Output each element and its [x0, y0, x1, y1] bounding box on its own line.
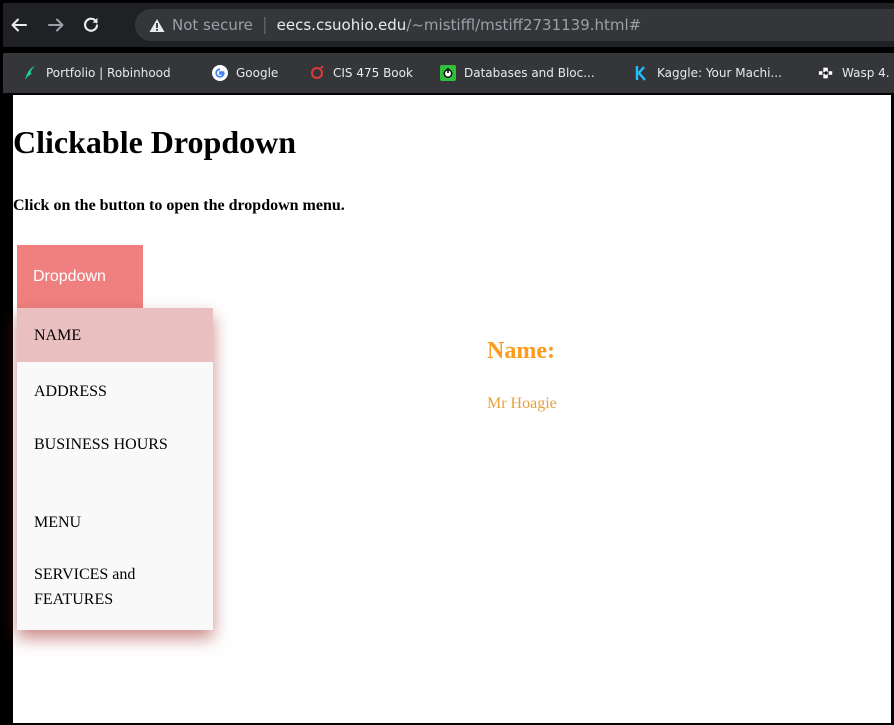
- dropdown-item-menu[interactable]: MENU: [17, 494, 213, 546]
- address-bar[interactable]: Not secure | eecs.csuohio.edu/~mistiffl/…: [135, 9, 894, 41]
- bookmark-wasp[interactable]: Wasp 4.: [818, 65, 890, 81]
- wasp-icon: [818, 65, 834, 81]
- kaggle-icon: [633, 65, 649, 81]
- url-host: eecs.csuohio.edu: [276, 16, 407, 34]
- reload-button[interactable]: [79, 13, 103, 37]
- dropdown-item-services-features[interactable]: SERVICES and FEATURES: [17, 546, 213, 630]
- security-label: Not secure: [172, 16, 253, 34]
- dropdown-item-name[interactable]: NAME: [17, 308, 213, 362]
- url-path: /~mistiffl/mstiff2731139.html#: [406, 16, 642, 34]
- bookmarks-bar: Portfolio | Robinhood Google CIS 475 Boo…: [3, 53, 894, 93]
- bookmark-label: Portfolio | Robinhood: [46, 66, 171, 80]
- power-icon: [440, 65, 456, 81]
- bookmark-google[interactable]: Google: [212, 65, 278, 81]
- dropdown-item-business-hours[interactable]: BUSINESS HOURS: [17, 417, 213, 494]
- bookmark-label: Wasp 4.: [842, 66, 890, 80]
- dropdown-item-address[interactable]: ADDRESS: [17, 362, 213, 417]
- detail-heading: Name:: [487, 338, 555, 364]
- browser-toolbar: Not secure | eecs.csuohio.edu/~mistiffl/…: [3, 3, 894, 47]
- address-separator: |: [261, 15, 268, 35]
- arrow-left-icon: [11, 18, 27, 32]
- page-title: Clickable Dropdown: [13, 124, 297, 160]
- screenshot-frame: Not secure | eecs.csuohio.edu/~mistiffl/…: [0, 0, 894, 725]
- page-viewport: Clickable Dropdown Click on the button t…: [13, 95, 891, 723]
- dropdown-menu: NAME ADDRESS BUSINESS HOURS MENU SERVICE…: [17, 308, 213, 630]
- dropdown-button[interactable]: Dropdown: [17, 245, 143, 308]
- bookmark-label: CIS 475 Book: [333, 66, 413, 80]
- google-icon: [212, 65, 228, 81]
- back-button[interactable]: [7, 13, 31, 37]
- bookmark-label: Kaggle: Your Machi...: [657, 66, 782, 80]
- bookmark-label: Google: [236, 66, 279, 80]
- bookmark-kaggle[interactable]: Kaggle: Your Machi...: [633, 65, 782, 81]
- bookmark-databases[interactable]: Databases and Bloc...: [440, 65, 595, 81]
- reload-icon: [83, 17, 99, 32]
- robinhood-feather-icon: [22, 65, 38, 81]
- warning-icon: [149, 18, 165, 33]
- detail-value: Mr Hoagie: [487, 395, 557, 412]
- arrow-right-icon: [48, 18, 64, 32]
- page-subtitle: Click on the button to open the dropdown…: [13, 197, 345, 214]
- bookmark-cis475-book[interactable]: CIS 475 Book: [309, 65, 413, 81]
- book-site-icon: [309, 65, 325, 81]
- bookmark-robinhood[interactable]: Portfolio | Robinhood: [22, 65, 171, 81]
- forward-button[interactable]: [44, 13, 68, 37]
- bookmark-label: Databases and Bloc...: [464, 66, 595, 80]
